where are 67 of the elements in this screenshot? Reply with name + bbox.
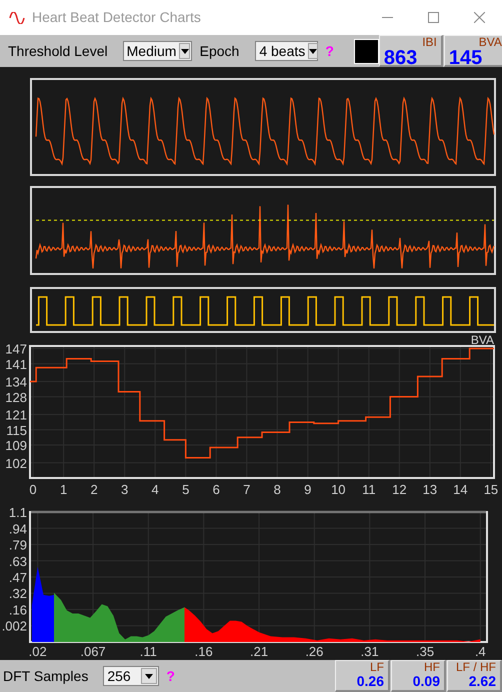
y-axis-label: .32 [8,586,27,602]
x-axis-label: 1 [60,482,68,497]
y-axis-label: 109 [5,438,27,453]
x-axis-label: 5 [182,482,190,497]
dft-samples-dropdown[interactable]: 256 [103,666,160,686]
x-axis-label: 9 [304,482,312,497]
x-axis-label: 11 [362,482,376,497]
caret-icon [308,43,318,59]
x-axis-label: .11 [140,644,157,659]
y-axis-label: 115 [6,422,27,438]
y-axis-label: .63 [8,554,27,569]
readout-value: 0.09 [412,674,440,688]
y-axis-label: .94 [8,521,27,536]
x-axis-label: 6 [212,482,220,497]
x-axis-label: 8 [274,482,281,497]
threshold-label: Threshold Level [8,42,108,60]
y-axis-label: 147 [5,342,27,357]
maximize-icon [428,12,438,23]
readout-value: 2.62 [468,674,496,688]
color-swatch[interactable] [354,38,379,64]
threshold-dropdown[interactable]: Medium [122,41,192,61]
x-axis-label: .4 [474,644,486,659]
readout-label: IBI [422,36,437,49]
epoch-label: Epoch [200,42,240,61]
x-axis-label: 7 [243,482,250,497]
y-axis-label: 102 [5,456,27,471]
sine-wave-icon [9,12,25,24]
x-axis-label: .067 [80,644,106,659]
x-axis-label: .35 [416,644,434,659]
x-axis-label: 15 [484,482,498,497]
readout-label: BVA [478,36,502,49]
caret-icon [141,668,158,684]
y-axis-label: 141 [5,356,27,372]
readout-value: 863 [384,49,418,67]
y-axis-label: .79 [8,538,27,553]
x-axis-label: 0 [29,482,37,497]
x-axis-label: 12 [392,482,407,497]
readout-label: LF / HF [456,661,496,674]
y-axis-label: 134 [5,374,27,390]
y-axis-label: 121 [5,408,27,423]
x-axis-label: .26 [305,644,324,659]
x-axis-label: .21 [250,644,268,659]
minimize-icon [382,17,392,18]
x-axis-label: 14 [453,482,468,497]
epoch-dropdown[interactable]: 4 beats [255,41,318,61]
y-axis-label: 1.1 [8,505,27,520]
caret-icon [179,43,190,59]
readout-label: HF [424,661,440,674]
readout-label: LF [370,661,384,674]
close-icon [474,12,484,23]
x-axis-label: 4 [152,482,159,497]
x-axis-label: .02 [28,644,47,659]
window-title: Heart Beat Detector Charts [32,8,201,27]
readout-value: 0.26 [356,674,384,688]
x-axis-label: 2 [90,482,98,497]
y-axis-label: 128 [5,390,27,405]
x-axis-label: 10 [331,482,346,497]
dft-samples-label: DFT Samples [3,666,88,686]
x-axis-label: 13 [422,482,438,497]
x-axis-label: .31 [360,644,379,659]
readout-value: 145 [448,49,482,67]
y-axis-label: .002 [2,618,27,634]
x-axis-label: .16 [194,644,213,659]
y-axis-label: .16 [8,602,27,618]
series-label: BVA [470,334,494,347]
y-axis-label: .47 [8,570,27,586]
x-axis-label: 3 [121,482,128,497]
